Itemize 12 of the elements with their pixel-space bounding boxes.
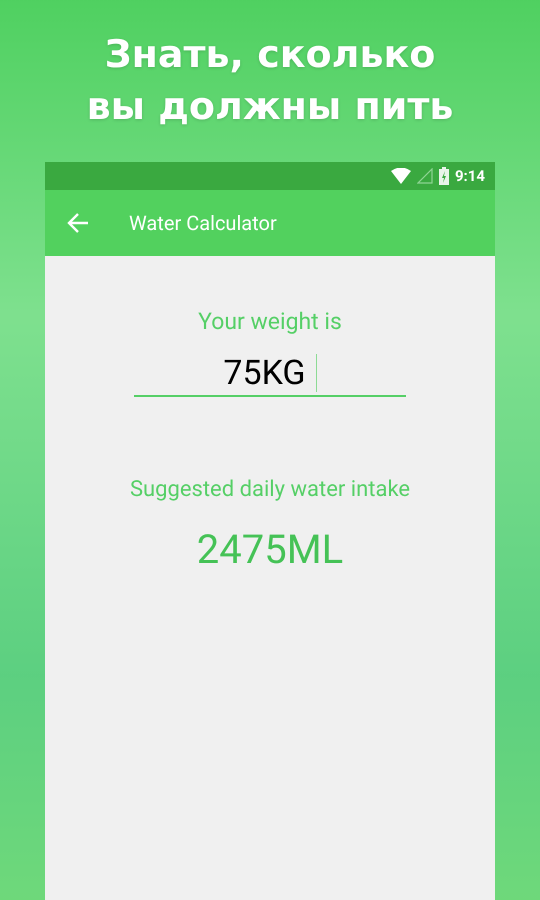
weight-input-field[interactable]: 75KG [134,351,406,397]
intake-label: Suggested daily water intake [130,477,410,502]
headline: вы должны пить [86,83,454,130]
weight-label: Your weight is [198,308,342,335]
back-arrow-icon[interactable] [67,212,89,234]
status-time: 9:14 [454,167,485,185]
wifi-icon [390,168,411,184]
battery-icon [438,167,449,185]
signal-icon [416,168,433,184]
headline: Знать, сколько [104,31,436,78]
app-title: Water Calculator [129,211,277,235]
intake-value: 2475ML [196,526,344,573]
